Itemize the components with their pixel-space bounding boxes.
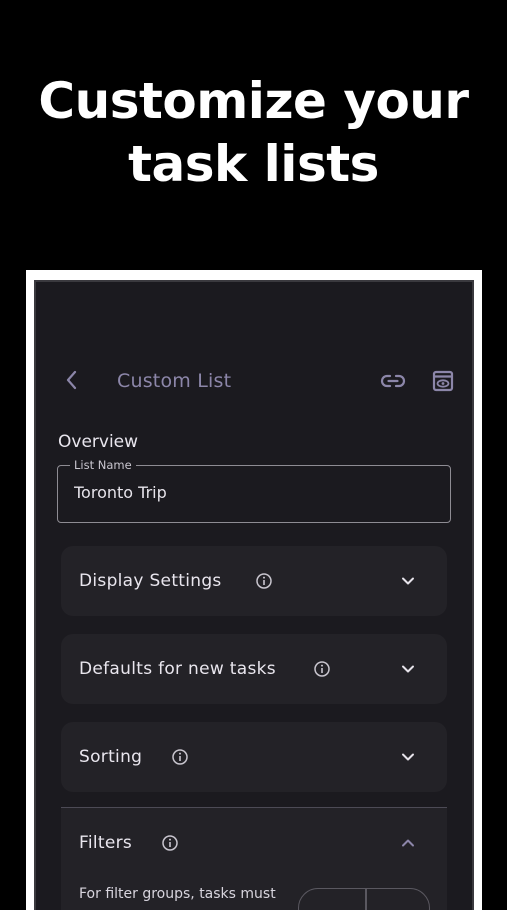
info-icon[interactable]	[171, 748, 189, 766]
display-settings-label: Display Settings	[79, 571, 222, 591]
link-icon	[380, 374, 406, 388]
filters-label: Filters	[79, 833, 133, 853]
match-mode-toggle[interactable]	[298, 888, 430, 910]
marketing-headline: Customize your task lists	[0, 70, 507, 196]
headline-line-1: Customize your	[38, 72, 469, 130]
defaults-section[interactable]: Defaults for new tasks	[61, 634, 447, 704]
sorting-section[interactable]: Sorting	[61, 722, 447, 792]
headline-line-2: task lists	[128, 135, 379, 193]
app-screen: Custom List Overview List Name Display S…	[34, 280, 474, 910]
page-title: Custom List	[117, 370, 232, 392]
overview-heading: Overview	[58, 432, 139, 452]
chevron-left-icon	[66, 370, 77, 390]
info-icon[interactable]	[161, 834, 179, 852]
chevron-up-icon[interactable]	[399, 834, 417, 852]
top-app-bar: Custom List	[36, 364, 472, 398]
sorting-label: Sorting	[79, 747, 143, 767]
chevron-down-icon[interactable]	[399, 660, 417, 678]
chevron-down-icon[interactable]	[399, 748, 417, 766]
back-button[interactable]	[60, 368, 84, 392]
display-settings-section[interactable]: Display Settings	[61, 546, 447, 616]
chevron-down-icon[interactable]	[399, 572, 417, 590]
link-button[interactable]	[380, 369, 406, 393]
info-icon[interactable]	[313, 660, 331, 678]
filters-section[interactable]: Filters For filter groups, tasks must	[61, 807, 447, 910]
list-name-label: List Name	[70, 458, 136, 472]
list-name-input[interactable]	[74, 483, 434, 502]
list-name-field[interactable]: List Name	[57, 458, 451, 523]
info-icon[interactable]	[255, 572, 273, 590]
defaults-label: Defaults for new tasks	[79, 659, 276, 679]
preview-button[interactable]	[431, 369, 455, 393]
preview-icon	[432, 370, 454, 392]
